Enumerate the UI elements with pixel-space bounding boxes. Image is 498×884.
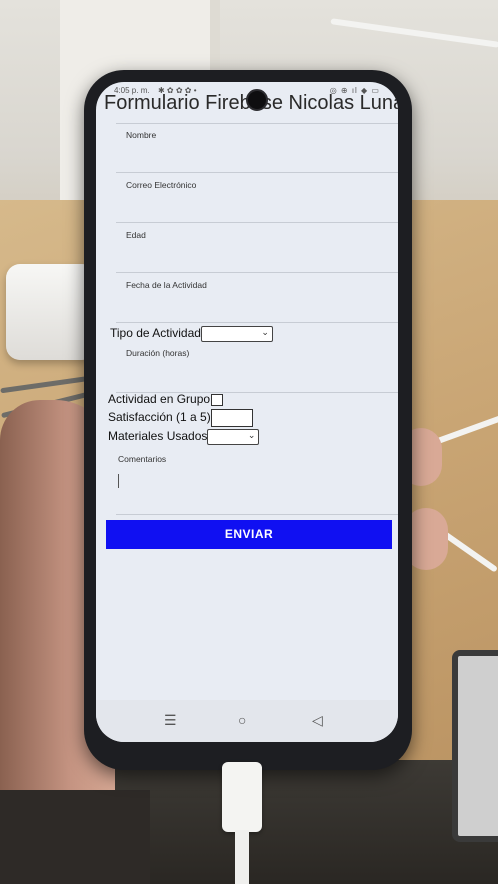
comentarios-field[interactable]: Comentarios (116, 448, 398, 515)
background-device (452, 650, 498, 842)
submit-button[interactable]: ENVIAR (106, 520, 392, 549)
satisfaccion-row: Satisfacción (1 a 5) (108, 409, 253, 427)
comentarios-label: Comentarios (118, 454, 167, 464)
nombre-field[interactable]: Nombre (116, 124, 398, 173)
fecha-label: Fecha de la Actividad (126, 280, 207, 290)
chevron-down-icon: ⌄ (261, 327, 269, 337)
chevron-down-icon: ⌄ (247, 430, 256, 440)
menu-lines-icon[interactable]: ☰ (164, 712, 177, 729)
satisfaccion-input[interactable] (210, 409, 253, 427)
edad-field[interactable]: Edad (116, 224, 398, 273)
materiales-label: Materiales Usados (108, 429, 208, 444)
usb-connector (222, 762, 262, 832)
tipo-select[interactable]: ⌄ (200, 326, 273, 342)
phone-screen: 4:05 p. m. ✱ ✿ ✿ ✿ • ◎ ⊕ ıl ◆ ▭ Formular… (96, 82, 398, 742)
navigation-bar: ☰ ○ ◁ (96, 700, 398, 742)
correo-field[interactable]: Correo Electrónico (116, 174, 398, 223)
tipo-label: Tipo de Actividad (110, 326, 201, 341)
materiales-select[interactable]: ⌄ (207, 429, 260, 445)
airpods-case (6, 264, 96, 360)
grupo-row: Actividad en Grupo (108, 392, 224, 406)
circle-icon[interactable]: ○ (238, 712, 246, 728)
duracion-field[interactable]: Duración (horas) (116, 344, 398, 393)
sleeve (0, 790, 150, 884)
duracion-label: Duración (horas) (126, 348, 190, 358)
usb-cable (235, 830, 249, 884)
fecha-field[interactable]: Fecha de la Actividad (116, 274, 398, 323)
triangle-back-icon[interactable]: ◁ (312, 712, 323, 729)
satisfaccion-label: Satisfacción (1 a 5) (108, 410, 211, 425)
correo-label: Correo Electrónico (126, 180, 197, 190)
edad-label: Edad (126, 230, 146, 240)
text-cursor (118, 474, 119, 488)
tipo-row: Tipo de Actividad ⌄ (110, 326, 273, 342)
grupo-label: Actividad en Grupo (108, 392, 211, 406)
nombre-label: Nombre (126, 130, 157, 140)
front-camera (246, 89, 268, 111)
materiales-row: Materiales Usados ⌄ (108, 429, 260, 445)
grupo-checkbox[interactable] (211, 393, 224, 406)
